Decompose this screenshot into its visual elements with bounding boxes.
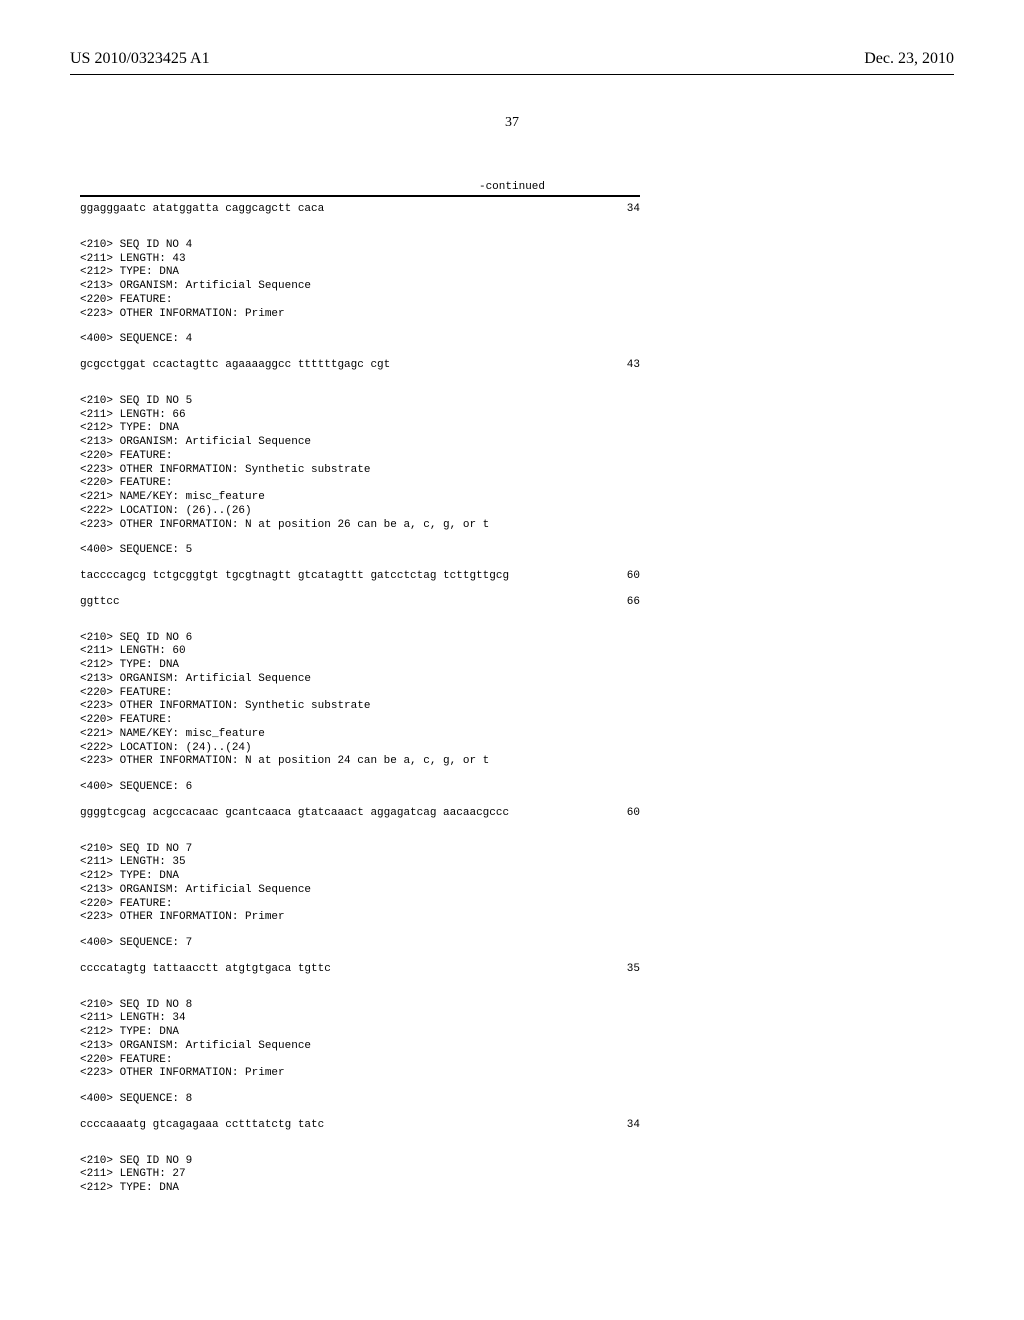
meta-line: <223> OTHER INFORMATION: Primer [80,911,640,925]
meta-line: <210> SEQ ID NO 9 [80,1155,640,1169]
spacer [80,532,640,544]
sequence-line: ggagggaatc atatggatta caggcagctt caca 34 [80,203,640,217]
spacer [80,584,640,596]
meta-line: <211> LENGTH: 34 [80,1012,640,1026]
meta-line: <222> LOCATION: (26)..(26) [80,505,640,519]
page-number: 37 [70,115,954,131]
meta-line: <400> SEQUENCE: 7 [80,937,640,951]
meta-line: <220> FEATURE: [80,898,640,912]
sequence-text: ccccatagtg tattaacctt atgtgtgaca tgttc [80,963,331,977]
spacer [80,321,640,333]
meta-line: <220> FEATURE: [80,477,640,491]
sequence-text: ggggtcgcag acgccacaac gcantcaaca gtatcaa… [80,807,509,821]
meta-line: <213> ORGANISM: Artificial Sequence [80,673,640,687]
meta-line: <210> SEQ ID NO 7 [80,843,640,857]
meta-line: <210> SEQ ID NO 8 [80,999,640,1013]
meta-line: <223> OTHER INFORMATION: Primer [80,1067,640,1081]
sequence-position: 60 [627,807,640,821]
meta-line: <211> LENGTH: 66 [80,409,640,423]
sequence-position: 35 [627,963,640,977]
meta-line: <210> SEQ ID NO 6 [80,632,640,646]
meta-line: <220> FEATURE: [80,294,640,308]
spacer [80,925,640,937]
meta-line: <212> TYPE: DNA [80,266,640,280]
sequence-line: taccccagcg tctgcggtgt tgcgtnagtt gtcatag… [80,570,640,584]
meta-line: <400> SEQUENCE: 8 [80,1093,640,1107]
meta-line: <212> TYPE: DNA [80,1182,640,1196]
page-header: US 2010/0323425 A1 Dec. 23, 2010 [70,50,954,68]
publication-date: Dec. 23, 2010 [864,50,954,68]
sequence-position: 66 [627,596,640,610]
sequence-text: ggttcc [80,596,120,610]
spacer [80,217,640,239]
meta-line: <211> LENGTH: 27 [80,1168,640,1182]
meta-line: <221> NAME/KEY: misc_feature [80,491,640,505]
spacer [80,795,640,807]
spacer [80,977,640,999]
spacer [80,1107,640,1119]
sequence-listing: ggagggaatc atatggatta caggcagctt caca 34 <… [80,203,640,1196]
sequence-position: 34 [627,203,640,217]
sequence-line: ccccaaaatg gtcagagaaa cctttatctg tatc 34 [80,1119,640,1133]
sequence-line: ggggtcgcag acgccacaac gcantcaaca gtatcaa… [80,807,640,821]
meta-line: <212> TYPE: DNA [80,659,640,673]
sequence-position: 43 [627,359,640,373]
spacer [80,610,640,632]
meta-line: <223> OTHER INFORMATION: Primer [80,308,640,322]
sequence-line: ccccatagtg tattaacctt atgtgtgaca tgttc 35 [80,963,640,977]
spacer [80,821,640,843]
meta-line: <223> OTHER INFORMATION: N at position 2… [80,519,640,533]
meta-line: <212> TYPE: DNA [80,422,640,436]
sequence-line: ggttcc 66 [80,596,640,610]
page: US 2010/0323425 A1 Dec. 23, 2010 37 -con… [0,0,1024,1236]
spacer [80,951,640,963]
sequence-position: 60 [627,570,640,584]
meta-line: <220> FEATURE: [80,687,640,701]
sequence-text: taccccagcg tctgcggtgt tgcgtnagtt gtcatag… [80,570,509,584]
meta-line: <221> NAME/KEY: misc_feature [80,728,640,742]
meta-line: <222> LOCATION: (24)..(24) [80,742,640,756]
meta-line: <213> ORGANISM: Artificial Sequence [80,280,640,294]
spacer [80,347,640,359]
meta-line: <220> FEATURE: [80,450,640,464]
meta-line: <210> SEQ ID NO 5 [80,395,640,409]
sequence-position: 34 [627,1119,640,1133]
meta-line: <211> LENGTH: 43 [80,253,640,267]
meta-line: <212> TYPE: DNA [80,1026,640,1040]
meta-line: <400> SEQUENCE: 4 [80,333,640,347]
sequence-text: gcgcctggat ccactagttc agaaaaggcc ttttttg… [80,359,390,373]
meta-line: <213> ORGANISM: Artificial Sequence [80,1040,640,1054]
sequence-line: gcgcctggat ccactagttc agaaaaggcc ttttttg… [80,359,640,373]
sequence-text: ggagggaatc atatggatta caggcagctt caca [80,203,324,217]
publication-number: US 2010/0323425 A1 [70,50,210,68]
meta-line: <223> OTHER INFORMATION: Synthetic subst… [80,700,640,714]
meta-line: <223> OTHER INFORMATION: N at position 2… [80,755,640,769]
meta-line: <400> SEQUENCE: 5 [80,544,640,558]
meta-line: <223> OTHER INFORMATION: Synthetic subst… [80,464,640,478]
meta-line: <211> LENGTH: 60 [80,645,640,659]
meta-line: <213> ORGANISM: Artificial Sequence [80,436,640,450]
spacer [80,769,640,781]
meta-line: <210> SEQ ID NO 4 [80,239,640,253]
spacer [80,1133,640,1155]
meta-line: <213> ORGANISM: Artificial Sequence [80,884,640,898]
meta-line: <220> FEATURE: [80,714,640,728]
header-rule [70,74,954,75]
spacer [80,1081,640,1093]
meta-line: <220> FEATURE: [80,1054,640,1068]
meta-line: <211> LENGTH: 35 [80,856,640,870]
continued-label: -continued [70,181,954,193]
sequence-text: ccccaaaatg gtcagagaaa cctttatctg tatc [80,1119,324,1133]
spacer [80,558,640,570]
meta-line: <400> SEQUENCE: 6 [80,781,640,795]
meta-line: <212> TYPE: DNA [80,870,640,884]
spacer [80,373,640,395]
listing-top-rule [80,195,640,197]
